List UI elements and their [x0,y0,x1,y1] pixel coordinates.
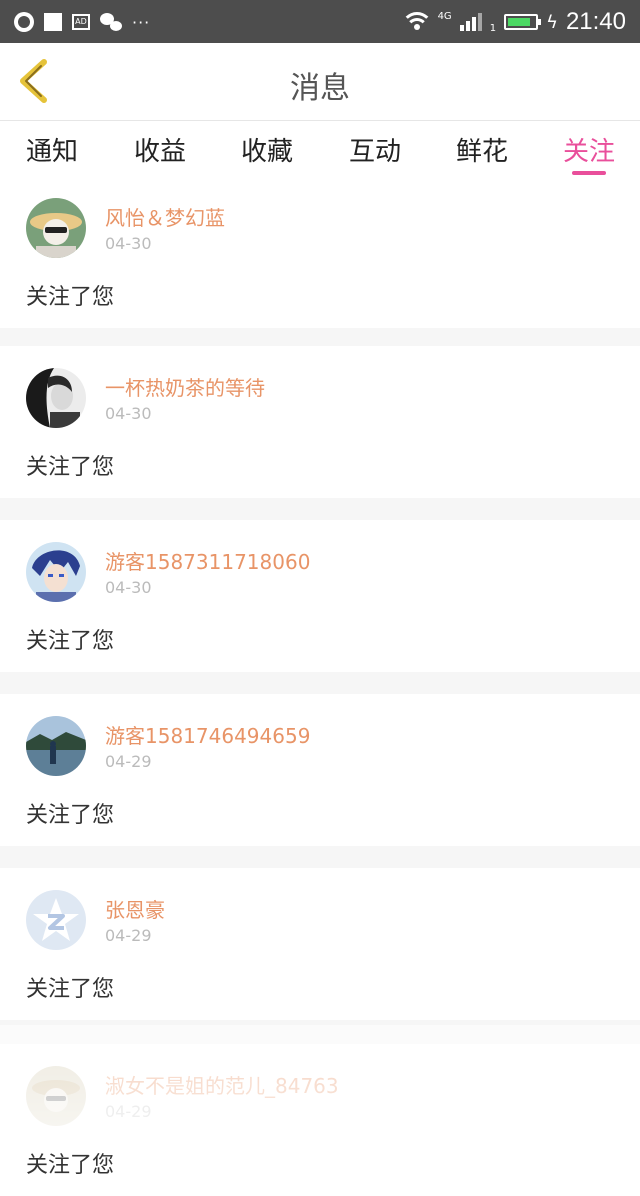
list-item[interactable]: 张恩豪 04-29 关注了您 [0,868,640,1020]
tab-earnings[interactable]: 收益 [134,131,186,168]
wifi-icon [400,12,433,32]
active-tab-indicator [572,171,606,175]
sim-slot: 1 [489,22,497,34]
status-bar: AD ··· 4G 1 ϟ 21:40 [0,0,640,43]
message-date: 04-29 [105,1102,152,1121]
username[interactable]: 游客1587311718060 [105,546,310,575]
list-item[interactable]: 游客1587311718060 04-30 关注了您 [0,520,640,672]
tab-flowers[interactable]: 鲜花 [456,131,508,168]
square-icon [44,13,62,31]
message-text: 关注了您 [26,455,115,480]
avatar[interactable] [26,1066,86,1126]
message-date: 04-30 [105,578,152,597]
message-date: 04-30 [105,404,152,423]
ad-icon: AD [72,14,90,30]
list-item[interactable]: 风怡＆梦幻蓝 04-30 关注了您 [0,176,640,328]
username[interactable]: 一杯热奶茶的等待 [105,372,265,401]
tab-bar: 通知 收益 收藏 互动 鲜花 关注 [0,121,640,176]
tab-interaction[interactable]: 互动 [349,131,401,168]
username[interactable]: 风怡＆梦幻蓝 [105,202,225,231]
message-text: 关注了您 [26,285,115,310]
avatar[interactable] [26,542,86,602]
status-notifications: AD ··· [14,10,150,34]
username[interactable]: 张恩豪 [105,894,165,923]
status-time: 21:40 [565,8,626,35]
message-text: 关注了您 [26,803,115,828]
list-item[interactable]: 一杯热奶茶的等待 04-30 关注了您 [0,346,640,498]
message-text: 关注了您 [26,1153,115,1178]
list-item[interactable]: 游客1581746494659 04-29 关注了您 [0,694,640,846]
more-dots-icon: ··· [132,12,151,32]
message-text: 关注了您 [26,629,115,654]
message-date: 04-30 [105,234,152,253]
avatar[interactable] [26,716,86,776]
message-date: 04-29 [105,752,152,771]
username[interactable]: 淑女不是姐的范儿_84763 [105,1070,339,1099]
app-header: 消息 [0,43,640,121]
list-item[interactable]: 淑女不是姐的范儿_84763 04-29 关注了您 [0,1044,640,1196]
message-text: 关注了您 [26,977,115,1002]
page-title: 消息 [290,71,350,106]
username[interactable]: 游客1581746494659 [105,720,310,749]
wechat-icon [100,13,122,31]
default-avatar-icon[interactable] [26,890,86,950]
network-type: 4G [437,10,452,22]
globe-icon [14,12,34,32]
tab-notifications[interactable]: 通知 [26,131,78,168]
avatar[interactable] [26,368,86,428]
status-system: 4G 1 ϟ 21:40 [400,8,626,36]
charging-icon: ϟ [546,11,558,33]
message-date: 04-29 [105,926,152,945]
tab-favorites[interactable]: 收藏 [241,131,293,168]
battery-icon [504,14,542,30]
signal-icon [459,13,482,31]
avatar[interactable] [26,198,86,258]
tab-following[interactable]: 关注 [563,131,615,168]
